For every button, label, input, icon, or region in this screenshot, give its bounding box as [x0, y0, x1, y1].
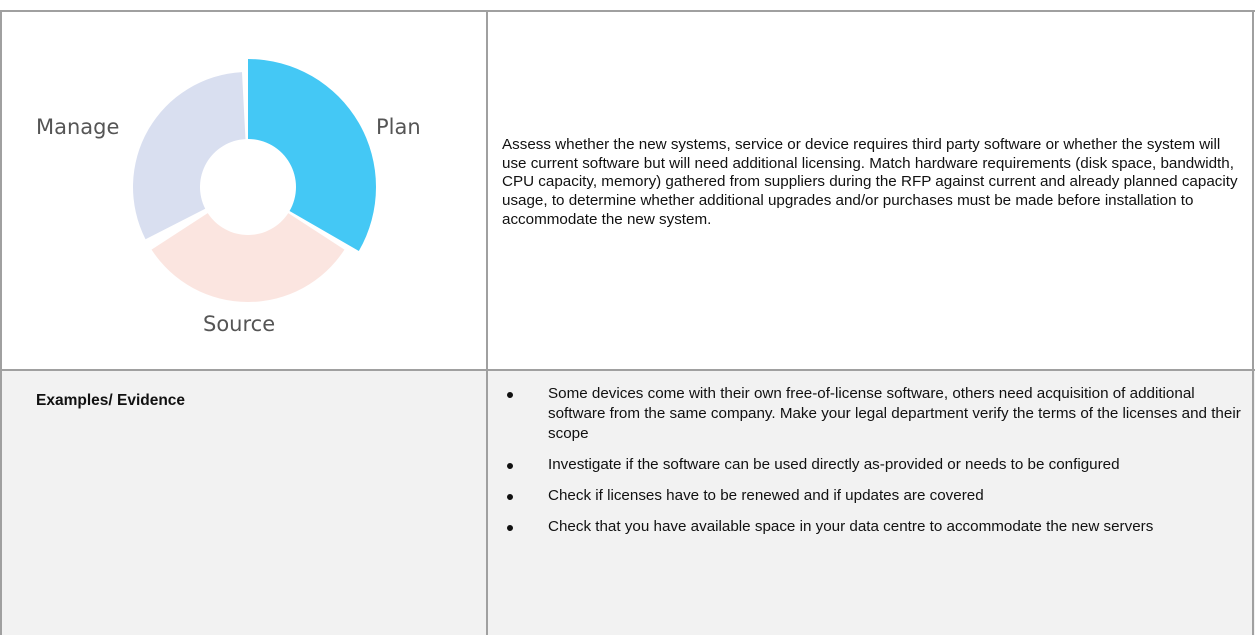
- bullet-icon: [507, 494, 513, 500]
- source-label: Source: [203, 312, 276, 336]
- table-column-divider: [486, 10, 488, 635]
- bullet-icon: [507, 463, 513, 469]
- lifecycle-diagram: Manage Plan Source: [20, 35, 460, 365]
- stage-description: Assess whether the new systems, service …: [502, 136, 1238, 228]
- list-item: Check if licenses have to be renewed and…: [504, 486, 1244, 506]
- examples-list: Some devices come with their own free-of…: [504, 384, 1244, 548]
- source-segment: [151, 213, 345, 302]
- table-left-border: [0, 10, 2, 635]
- list-item-text: Check if licenses have to be renewed and…: [548, 487, 984, 504]
- list-item: Some devices come with their own free-of…: [504, 384, 1244, 444]
- manage-segment: [133, 72, 246, 240]
- list-item-text: Investigate if the software can be used …: [548, 456, 1120, 473]
- manage-label: Manage: [36, 115, 120, 139]
- bullet-icon: [507, 525, 513, 531]
- table-top-border: [0, 10, 1255, 12]
- plan-label: Plan: [376, 115, 421, 139]
- examples-evidence-label: Examples/ Evidence: [36, 392, 186, 409]
- list-item-text: Check that you have available space in y…: [548, 518, 1154, 535]
- plan-segment: [248, 59, 376, 251]
- table-row-divider: [0, 369, 1255, 371]
- content-table: Manage Plan Source Assess whether the ne…: [0, 0, 1255, 635]
- bullet-icon: [507, 392, 513, 398]
- list-item: Check that you have available space in y…: [504, 517, 1244, 537]
- list-item: Investigate if the software can be used …: [504, 455, 1244, 475]
- table-right-border: [1252, 10, 1254, 635]
- list-item-text: Some devices come with their own free-of…: [548, 385, 1241, 442]
